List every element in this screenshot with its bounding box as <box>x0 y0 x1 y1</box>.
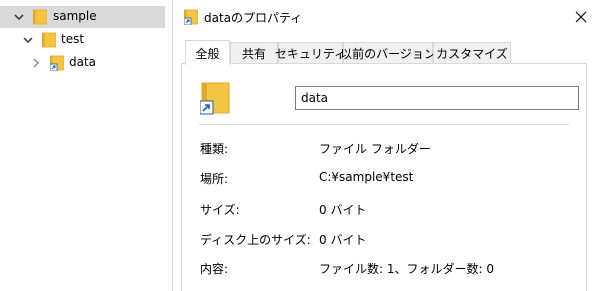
contents-value: ファイル数: 1、フォルダー数: 0 <box>319 262 494 276</box>
chevron-down-icon[interactable] <box>22 34 34 46</box>
size-on-disk-value: 0 バイト <box>319 233 367 247</box>
chevron-down-icon[interactable] <box>13 11 25 23</box>
tree-item-label: data <box>69 55 97 69</box>
tab-general[interactable]: 全般 <box>185 40 230 65</box>
folder-icon <box>42 32 56 48</box>
tab-sharing[interactable]: 共有 <box>230 42 278 64</box>
size-on-disk-label: ディスク上のサイズ: <box>200 233 311 247</box>
properties-dialog: dataのプロパティ 全般 共有 セキュリティ 以前のバージョン カスタマイズ … <box>172 0 599 291</box>
size-value: 0 バイト <box>319 203 367 217</box>
tree-item-sample[interactable]: sample <box>0 6 165 28</box>
location-value: C:¥sample¥test <box>319 170 414 184</box>
chevron-right-icon[interactable] <box>30 57 42 69</box>
folder-shortcut-icon <box>200 82 230 115</box>
tab-previous-versions[interactable]: 以前のバージョン <box>340 42 436 64</box>
tab-customize[interactable]: カスタマイズ <box>433 42 511 64</box>
tree-item-label: test <box>61 32 85 46</box>
folder-shortcut-icon <box>184 9 198 25</box>
contents-label: 内容: <box>200 262 229 276</box>
tree-item-test[interactable]: test <box>0 29 165 51</box>
close-icon <box>575 11 586 22</box>
close-button[interactable] <box>561 0 599 33</box>
folder-shortcut-icon <box>50 55 64 71</box>
tab-security[interactable]: セキュリティ <box>275 42 346 64</box>
dialog-title: dataのプロパティ <box>204 11 303 25</box>
location-label: 場所: <box>200 172 229 186</box>
tree-item-label: sample <box>53 9 97 23</box>
type-value: ファイル フォルダー <box>319 142 431 156</box>
divider <box>199 124 569 125</box>
type-label: 種類: <box>200 142 229 156</box>
title-bar[interactable]: dataのプロパティ <box>173 0 599 33</box>
tree-item-data[interactable]: data <box>0 52 165 74</box>
folder-icon <box>33 9 47 25</box>
tab-bar: 全般 共有 セキュリティ 以前のバージョン カスタマイズ <box>185 40 590 65</box>
size-label: サイズ: <box>200 203 240 217</box>
folder-name-input[interactable] <box>295 86 579 110</box>
navigation-tree: sample test data <box>0 0 170 291</box>
